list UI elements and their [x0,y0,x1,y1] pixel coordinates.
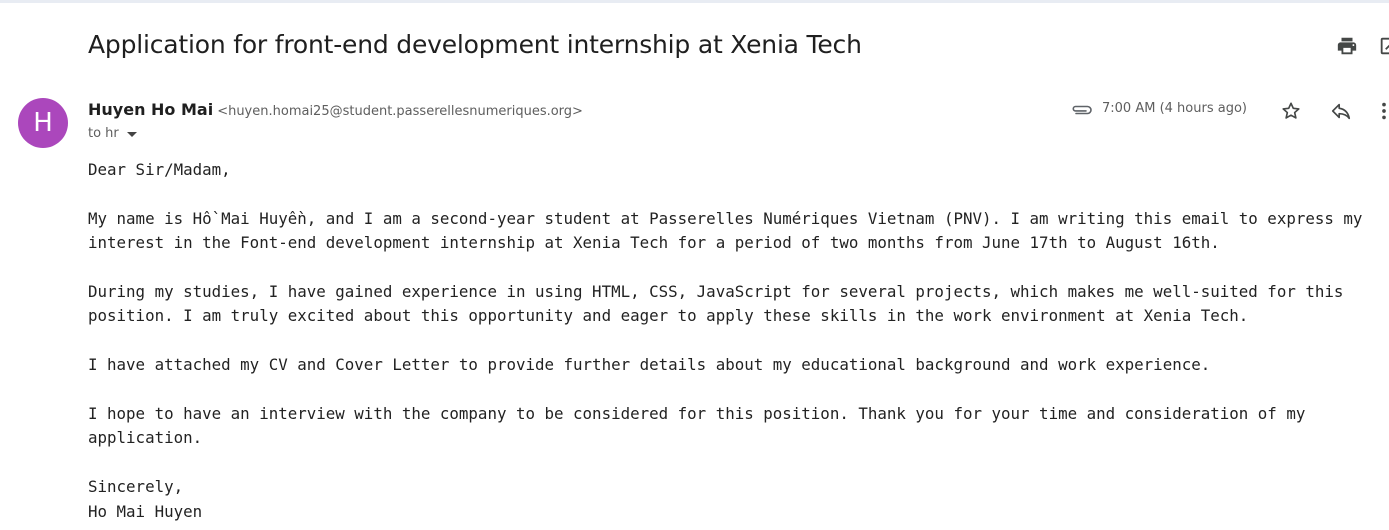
sender-email: <huyen.homai25@student.passerellesnumeri… [217,104,583,119]
email-signature: Ho Mai Huyen [88,501,203,521]
recipient-line: to hr [88,126,137,141]
email-paragraph: I have attached my CV and Cover Letter t… [88,355,1211,375]
print-button[interactable] [1335,34,1359,58]
chevron-down-icon[interactable] [126,132,137,137]
email-closing: Sincerely, [88,477,184,497]
open-in-new-window-button[interactable] [1378,34,1389,58]
print-icon [1337,37,1357,55]
email-greeting: Dear Sir/Madam, [88,160,231,179]
email-paragraph: During my studies, I have gained experie… [88,282,1344,326]
avatar[interactable]: H [18,98,68,148]
top-strip [0,0,1389,3]
recipient-label: to hr [88,126,119,141]
reply-icon [1331,103,1351,120]
open-in-new-window-icon [1380,37,1389,55]
sender-line: Huyen Ho Mai <huyen.homai25@student.pass… [88,100,583,119]
more-options-button[interactable] [1382,99,1389,123]
star-button[interactable] [1279,99,1303,123]
more-vert-icon [1382,102,1386,120]
email-subject: Application for front-end development in… [88,30,862,59]
email-timestamp: 7:00 AM (4 hours ago) [1102,101,1247,116]
email-body: Dear Sir/Madam, My name is Hồ Mai Huyền,… [88,158,1378,524]
email-paragraph: My name is Hồ Mai Huyền, and I am a seco… [88,208,1363,253]
reply-button[interactable] [1329,99,1353,123]
star-icon [1282,102,1300,119]
sender-name[interactable]: Huyen Ho Mai [88,100,213,119]
email-paragraph: I hope to have an interview with the com… [88,404,1306,448]
paperclip-icon [1072,105,1092,115]
